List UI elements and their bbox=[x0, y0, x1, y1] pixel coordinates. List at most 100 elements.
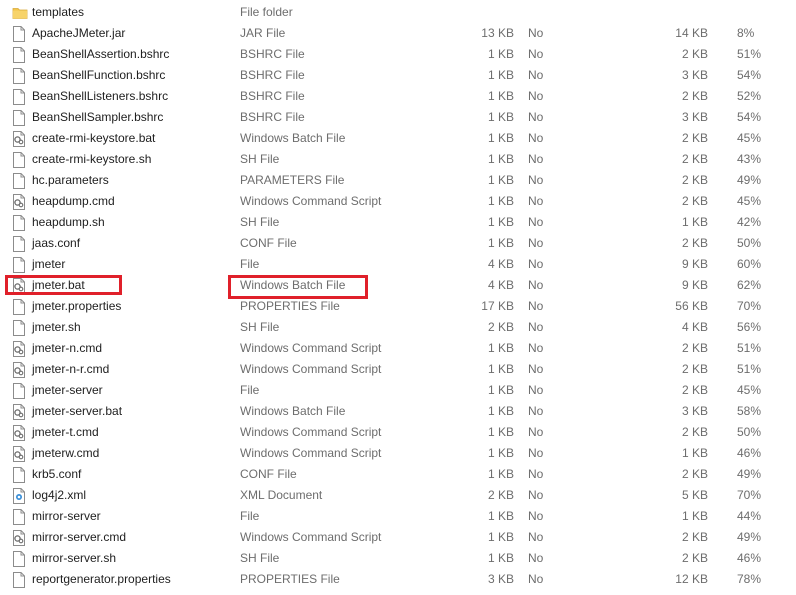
file-row[interactable]: jmeter.properties PROPERTIES File 17 KB No 5… bbox=[0, 296, 796, 317]
file-name[interactable]: jmeter.properties bbox=[32, 296, 121, 317]
file-encrypted: No bbox=[528, 572, 544, 586]
file-packed-size: 2 KB bbox=[681, 47, 708, 61]
file-ratio: 51% bbox=[737, 341, 762, 355]
file-packed-size: 2 KB bbox=[681, 173, 708, 187]
file-name[interactable]: create-rmi-keystore.sh bbox=[32, 149, 151, 170]
file-ratio: 49% bbox=[737, 530, 762, 544]
file-name[interactable]: heapdump.cmd bbox=[32, 191, 115, 212]
file-encrypted: No bbox=[528, 47, 544, 61]
file-encrypted: No bbox=[528, 194, 544, 208]
file-size: 1 KB bbox=[487, 467, 514, 481]
file-name[interactable]: jmeter.sh bbox=[32, 317, 81, 338]
file-name[interactable]: jmeter-n.cmd bbox=[32, 338, 102, 359]
file-row[interactable]: krb5.conf CONF File 1 KB No 2 KB 49% bbox=[0, 464, 796, 485]
file-name[interactable]: hc.parameters bbox=[32, 170, 109, 191]
file-packed-size: 3 KB bbox=[681, 404, 708, 418]
file-row[interactable]: reportgenerator.properties PROPERTIES Fil… bbox=[0, 569, 796, 590]
file-list: templates File folder ApacheJMeter.jar JAR … bbox=[0, 2, 796, 590]
file-name[interactable]: jmeter-t.cmd bbox=[32, 422, 99, 443]
file-name[interactable]: jmeter-n-r.cmd bbox=[32, 359, 109, 380]
file-name[interactable]: jmeter-server bbox=[32, 380, 103, 401]
file-row[interactable]: jmeter-n.cmd Windows Command Script 1 KB No… bbox=[0, 338, 796, 359]
file-row[interactable]: BeanShellFunction.bshrc BSHRC File 1 KB No 3… bbox=[0, 65, 796, 86]
file-type: Windows Batch File bbox=[240, 278, 346, 292]
file-name[interactable]: jmeterw.cmd bbox=[32, 443, 99, 464]
file-row[interactable]: BeanShellListeners.bshrc BSHRC File 1 KB No… bbox=[0, 86, 796, 107]
file-row[interactable]: create-rmi-keystore.bat Windows Batch Fil… bbox=[0, 128, 796, 149]
file-name[interactable]: create-rmi-keystore.bat bbox=[32, 128, 155, 149]
file-size: 1 KB bbox=[487, 383, 514, 397]
file-name[interactable]: jmeter bbox=[32, 254, 65, 275]
file-row[interactable]: jaas.conf CONF File 1 KB No 2 KB 50% bbox=[0, 233, 796, 254]
file-name[interactable]: jaas.conf bbox=[32, 233, 80, 254]
file-type: Windows Command Script bbox=[240, 425, 382, 439]
file-name[interactable]: log4j2.xml bbox=[32, 485, 86, 506]
file-size: 1 KB bbox=[487, 47, 514, 61]
file-name[interactable]: BeanShellAssertion.bshrc bbox=[32, 44, 169, 65]
file-row[interactable]: BeanShellSampler.bshrc BSHRC File 1 KB No 3 … bbox=[0, 107, 796, 128]
file-size: 4 KB bbox=[487, 257, 514, 271]
file-row[interactable]: hc.parameters PARAMETERS File 1 KB No 2 KB 49… bbox=[0, 170, 796, 191]
file-name[interactable]: mirror-server.cmd bbox=[32, 527, 126, 548]
folder-icon bbox=[12, 5, 28, 21]
file-row[interactable]: jmeterw.cmd Windows Command Script 1 KB No 1… bbox=[0, 443, 796, 464]
file-row[interactable]: log4j2.xml XML Document 2 KB No 5 KB 70% bbox=[0, 485, 796, 506]
file-type: PROPERTIES File bbox=[240, 572, 340, 586]
file-row[interactable]: jmeter.sh SH File 2 KB No 4 KB 56% bbox=[0, 317, 796, 338]
file-row[interactable]: create-rmi-keystore.sh SH File 1 KB No 2 KB 4… bbox=[0, 149, 796, 170]
file-encrypted: No bbox=[528, 68, 544, 82]
file-row[interactable]: jmeter.bat Windows Batch File 4 KB No 9 KB 62… bbox=[0, 275, 796, 296]
file-type: PARAMETERS File bbox=[240, 173, 345, 187]
file-name[interactable]: mirror-server bbox=[32, 506, 101, 527]
file-type: Windows Command Script bbox=[240, 194, 382, 208]
file-name[interactable]: BeanShellSampler.bshrc bbox=[32, 107, 163, 128]
file-row[interactable]: templates File folder bbox=[0, 2, 796, 23]
file-row[interactable]: mirror-server File 1 KB No 1 KB 44% bbox=[0, 506, 796, 527]
file-ratio: 51% bbox=[737, 47, 762, 61]
file-encrypted: No bbox=[528, 131, 544, 145]
file-type: Windows Command Script bbox=[240, 362, 382, 376]
file-row[interactable]: heapdump.sh SH File 1 KB No 1 KB 42% bbox=[0, 212, 796, 233]
file-size: 1 KB bbox=[487, 89, 514, 103]
file-row[interactable]: BeanShellAssertion.bshrc BSHRC File 1 KB No… bbox=[0, 44, 796, 65]
file-name[interactable]: krb5.conf bbox=[32, 464, 81, 485]
file-row[interactable]: ApacheJMeter.jar JAR File 13 KB No 14 KB 8% bbox=[0, 23, 796, 44]
file-row[interactable]: jmeter File 4 KB No 9 KB 60% bbox=[0, 254, 796, 275]
file-row[interactable]: jmeter-server File 1 KB No 2 KB 45% bbox=[0, 380, 796, 401]
file-name[interactable]: BeanShellListeners.bshrc bbox=[32, 86, 168, 107]
file-type: Windows Batch File bbox=[240, 404, 346, 418]
file-type: File bbox=[240, 257, 260, 271]
file-name[interactable]: reportgenerator.properties bbox=[32, 569, 171, 590]
file-size: 4 KB bbox=[487, 278, 514, 292]
file-type: CONF File bbox=[240, 467, 297, 481]
file-name[interactable]: templates bbox=[32, 2, 84, 23]
gear-file-icon bbox=[12, 341, 26, 357]
file-name[interactable]: jmeter.bat bbox=[32, 275, 85, 296]
file-ratio: 70% bbox=[737, 299, 762, 313]
file-row[interactable]: heapdump.cmd Windows Command Script 1 KB No… bbox=[0, 191, 796, 212]
file-packed-size: 2 KB bbox=[681, 425, 708, 439]
file-name[interactable]: BeanShellFunction.bshrc bbox=[32, 65, 165, 86]
file-type: PROPERTIES File bbox=[240, 299, 340, 313]
file-row[interactable]: jmeter-server.bat Windows Batch File 1 KB N… bbox=[0, 401, 796, 422]
file-size: 1 KB bbox=[487, 530, 514, 544]
file-packed-size: 2 KB bbox=[681, 341, 708, 355]
file-row[interactable]: jmeter-n-r.cmd Windows Command Script 1 KB… bbox=[0, 359, 796, 380]
file-row[interactable]: jmeter-t.cmd Windows Command Script 1 KB No… bbox=[0, 422, 796, 443]
file-packed-size: 1 KB bbox=[681, 446, 708, 460]
file-type: SH File bbox=[240, 320, 280, 334]
file-type: CONF File bbox=[240, 236, 297, 250]
file-size: 13 KB bbox=[481, 26, 514, 40]
file-type: BSHRC File bbox=[240, 89, 305, 103]
file-encrypted: No bbox=[528, 173, 544, 187]
file-size: 1 KB bbox=[487, 173, 514, 187]
file-row[interactable]: mirror-server.sh SH File 1 KB No 2 KB 46% bbox=[0, 548, 796, 569]
file-name[interactable]: jmeter-server.bat bbox=[32, 401, 122, 422]
file-name[interactable]: heapdump.sh bbox=[32, 212, 105, 233]
file-name[interactable]: mirror-server.sh bbox=[32, 548, 116, 569]
file-encrypted: No bbox=[528, 152, 544, 166]
file-packed-size: 2 KB bbox=[681, 362, 708, 376]
file-name[interactable]: ApacheJMeter.jar bbox=[32, 23, 125, 44]
file-type: Windows Command Script bbox=[240, 446, 382, 460]
file-row[interactable]: mirror-server.cmd Windows Command Script 1… bbox=[0, 527, 796, 548]
